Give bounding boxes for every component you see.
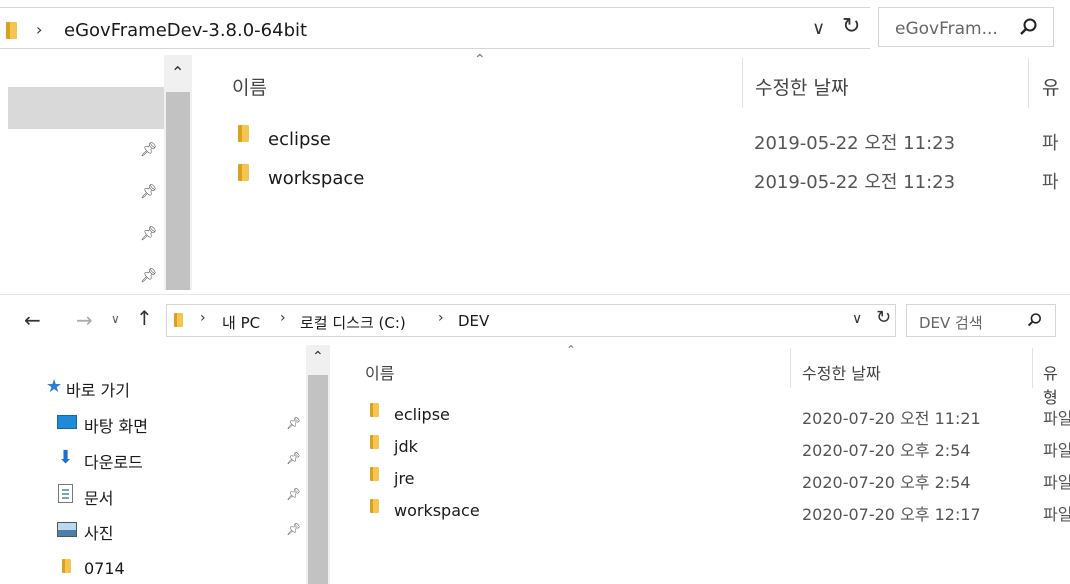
quick-access-label[interactable]: 바로 가기 xyxy=(66,377,130,401)
breadcrumb-item[interactable]: 로컬 디스크 (C:) xyxy=(300,312,406,333)
file-type: 파 xyxy=(1042,133,1059,154)
search-input[interactable]: DEV 검색 xyxy=(919,312,983,333)
file-name[interactable]: jre xyxy=(394,469,415,488)
column-divider xyxy=(742,58,743,108)
sort-indicator-icon: ⌃ xyxy=(474,52,486,68)
scrollbar-thumb[interactable] xyxy=(166,92,190,290)
file-name[interactable]: jdk xyxy=(394,437,418,456)
search-box[interactable]: eGovFram... xyxy=(878,7,1054,47)
nav-scrollbar[interactable]: ⌃ xyxy=(164,55,192,290)
pin-icon: 📌︎ xyxy=(140,184,158,200)
file-name[interactable]: workspace xyxy=(268,168,364,189)
breadcrumb-item[interactable]: 내 PC xyxy=(222,312,260,333)
column-header-type[interactable]: 유형 xyxy=(1043,360,1070,408)
download-icon: ⬇ xyxy=(58,447,74,468)
pin-icon: 📌︎ xyxy=(286,416,302,430)
column-header-type[interactable]: 유 xyxy=(1042,73,1059,100)
file-date: 2019-05-22 오전 11:23 xyxy=(754,133,956,154)
scroll-up-icon[interactable]: ⌃ xyxy=(312,349,324,365)
sort-indicator-icon: ⌃ xyxy=(566,343,577,357)
folder-icon xyxy=(370,435,379,449)
back-arrow-icon[interactable]: ← xyxy=(24,308,41,332)
search-box[interactable]: DEV 검색 xyxy=(906,304,1056,337)
column-header-name[interactable]: 이름 xyxy=(232,73,267,100)
recent-locations-icon[interactable]: ∨ xyxy=(111,312,120,326)
file-type: 파일 xyxy=(1043,473,1070,492)
pin-icon: 📌︎ xyxy=(286,522,302,536)
history-dropdown-icon[interactable]: ∨ xyxy=(852,311,862,327)
pin-icon: 📌︎ xyxy=(286,487,302,501)
document-icon xyxy=(58,484,73,503)
file-name[interactable]: eclipse xyxy=(268,129,331,150)
file-date: 2020-07-20 오후 12:17 xyxy=(802,505,981,524)
column-divider xyxy=(790,348,791,388)
desktop-icon xyxy=(57,415,77,429)
column-divider xyxy=(1028,58,1029,108)
folder-icon xyxy=(370,499,379,513)
folder-icon xyxy=(174,313,183,327)
folder-icon xyxy=(370,467,379,481)
scrollbar-thumb[interactable] xyxy=(308,375,328,584)
sidebar-item-label: 0714 xyxy=(84,559,125,578)
sidebar-item-label: 사진 xyxy=(84,524,114,543)
folder-icon xyxy=(238,125,249,142)
file-type: 파 xyxy=(1042,172,1059,193)
search-input[interactable]: eGovFram... xyxy=(895,19,998,39)
scroll-up-icon[interactable]: ⌃ xyxy=(171,63,184,82)
up-arrow-icon[interactable]: ↑ xyxy=(136,306,153,330)
pin-icon: 📌︎ xyxy=(286,451,302,465)
file-name[interactable]: eclipse xyxy=(394,405,450,424)
file-date: 2020-07-20 오전 11:21 xyxy=(802,409,981,428)
search-icon[interactable] xyxy=(1019,17,1039,37)
nav-pane-selected-row[interactable] xyxy=(8,87,164,129)
breadcrumb-item[interactable]: DEV xyxy=(458,312,489,330)
file-name[interactable]: workspace xyxy=(394,501,480,520)
file-date: 2020-07-20 오후 2:54 xyxy=(802,441,971,460)
sidebar-item-label: 문서 xyxy=(84,489,114,508)
address-bar[interactable] xyxy=(166,304,896,337)
history-dropdown-icon[interactable]: ∨ xyxy=(812,18,825,39)
file-date: 2020-07-20 오후 2:54 xyxy=(802,473,971,492)
pin-icon: 📌︎ xyxy=(140,226,158,242)
address-bar-border xyxy=(0,7,870,49)
breadcrumb-chevron-icon[interactable]: › xyxy=(438,310,444,326)
folder-icon xyxy=(62,559,71,573)
file-date: 2019-05-22 오전 11:23 xyxy=(754,172,956,193)
search-icon[interactable] xyxy=(1027,312,1043,328)
file-type: 파일 xyxy=(1043,441,1070,460)
window-separator xyxy=(0,294,1070,295)
column-header-modified[interactable]: 수정한 날짜 xyxy=(755,73,848,100)
forward-arrow-icon[interactable]: → xyxy=(76,308,93,332)
column-divider xyxy=(1032,348,1033,388)
refresh-icon[interactable]: ↻ xyxy=(876,307,891,328)
refresh-icon[interactable]: ↻ xyxy=(842,14,860,39)
pin-icon: 📌︎ xyxy=(140,142,158,158)
folder-icon xyxy=(370,403,379,417)
column-header-modified[interactable]: 수정한 날짜 xyxy=(802,360,881,384)
column-header-name[interactable]: 이름 xyxy=(365,360,394,384)
folder-icon xyxy=(238,164,249,181)
picture-icon xyxy=(57,522,77,537)
file-type: 파일 xyxy=(1043,505,1070,524)
file-type: 파일 xyxy=(1043,409,1070,428)
nav-scrollbar[interactable]: ⌃ xyxy=(306,345,330,584)
breadcrumb-chevron-icon[interactable]: › xyxy=(280,310,286,326)
breadcrumb-chevron-icon[interactable]: › xyxy=(200,310,206,326)
sidebar-item-label: 바탕 화면 xyxy=(84,417,148,436)
star-icon: ★ xyxy=(46,376,63,397)
sidebar-item-label: 다운로드 xyxy=(84,453,143,472)
pin-icon: 📌︎ xyxy=(140,268,158,284)
